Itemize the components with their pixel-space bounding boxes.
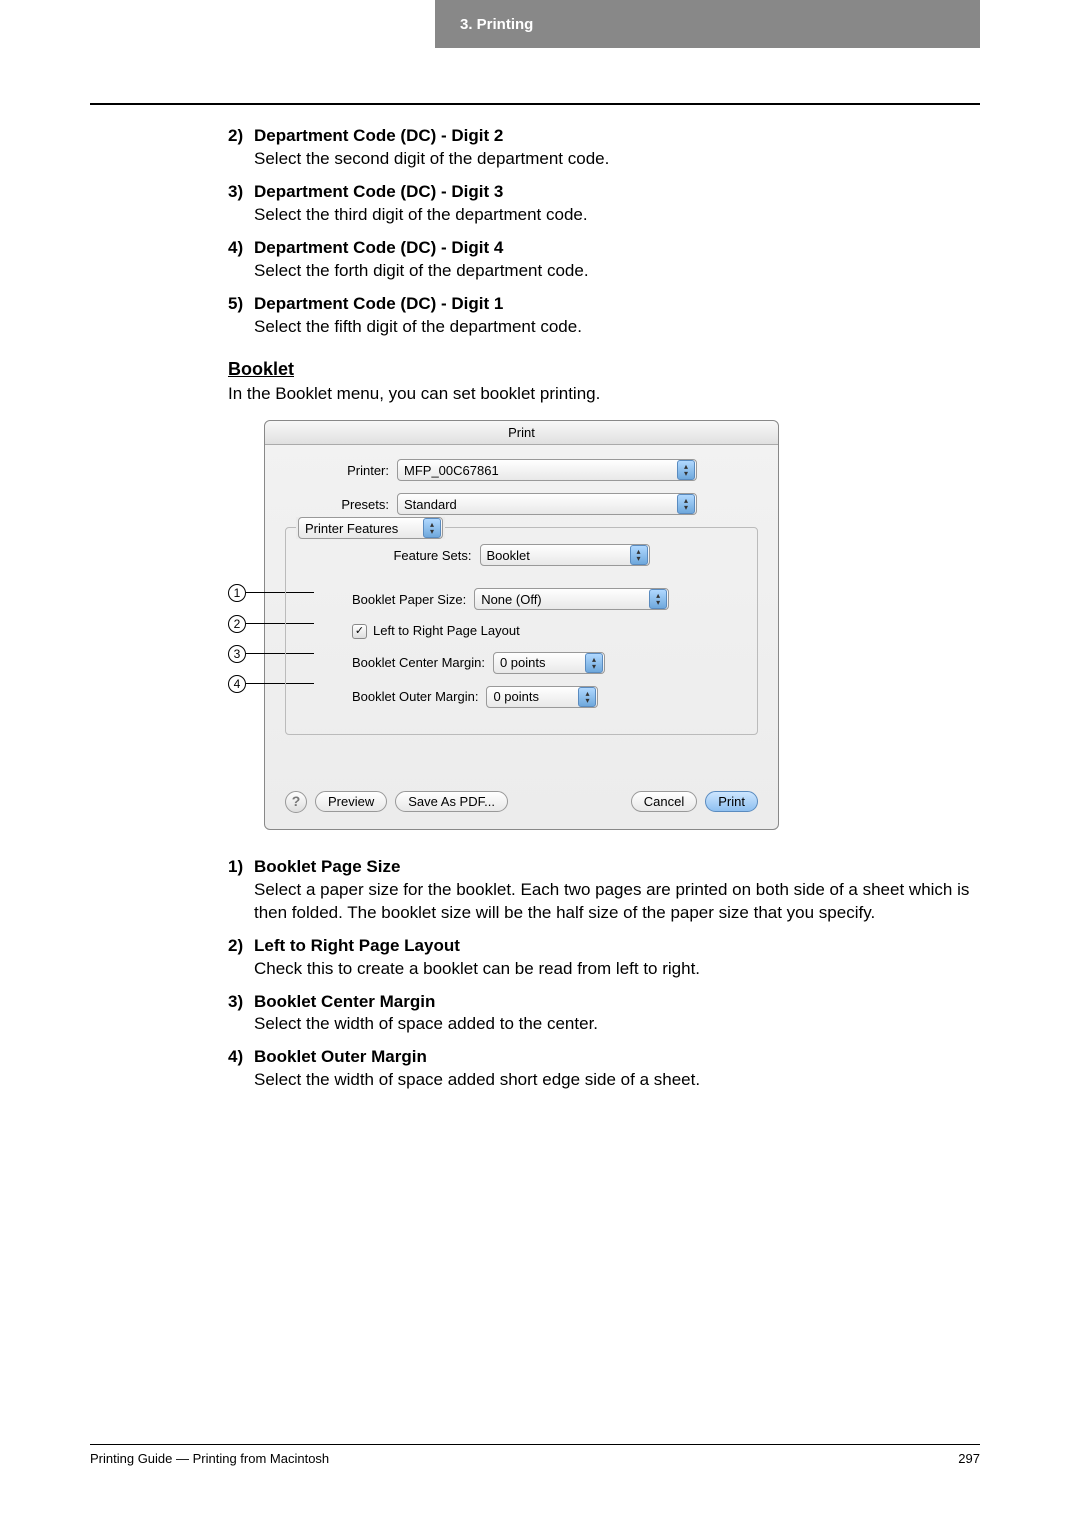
item-number: 2) (228, 125, 254, 148)
item-title: Booklet Page Size (254, 857, 400, 876)
callout-circle: 3 (228, 645, 246, 663)
printer-features-fieldset: Printer Features Feature Sets: Booklet B… (285, 527, 758, 735)
header-rule (90, 103, 980, 105)
item-number: 4) (228, 237, 254, 260)
item-desc: Select the forth digit of the department… (254, 260, 988, 283)
booklet-item: 4)Booklet Outer Margin Select the width … (228, 1046, 988, 1092)
dc-item: 5)Department Code (DC) - Digit 1 Select … (228, 293, 988, 339)
item-title: Booklet Center Margin (254, 992, 435, 1011)
paper-size-value: None (Off) (481, 591, 649, 609)
item-desc: Select the width of space added to the c… (254, 1013, 988, 1036)
dialog-body: Printer: MFP_00C67861 Presets: Standard (265, 445, 778, 829)
feature-sets-row: Feature Sets: Booklet (304, 544, 739, 566)
stepper-icon (649, 589, 667, 609)
stepper-icon (677, 460, 695, 480)
save-as-pdf-button[interactable]: Save As PDF... (395, 791, 508, 812)
chapter-tab-text: 3. Printing (460, 16, 533, 33)
paper-size-row: Booklet Paper Size: None (Off) (352, 588, 739, 610)
footer-row: Printing Guide — Printing from Macintosh… (90, 1451, 980, 1466)
presets-label: Presets: (285, 496, 397, 514)
booklet-item: 2)Left to Right Page Layout Check this t… (228, 935, 988, 981)
dc-item: 3)Department Code (DC) - Digit 3 Select … (228, 181, 988, 227)
item-number: 3) (228, 181, 254, 204)
presets-select[interactable]: Standard (397, 493, 697, 515)
section-heading-booklet: Booklet (228, 357, 988, 381)
printer-select[interactable]: MFP_00C67861 (397, 459, 697, 481)
panel-select[interactable]: Printer Features (298, 517, 443, 539)
booklet-item: 1)Booklet Page Size Select a paper size … (228, 856, 988, 925)
item-title: Department Code (DC) - Digit 4 (254, 238, 503, 257)
section-subtext: In the Booklet menu, you can set booklet… (228, 383, 988, 406)
stepper-icon (578, 687, 596, 707)
item-title: Department Code (DC) - Digit 1 (254, 294, 503, 313)
center-margin-label: Booklet Center Margin: (352, 654, 493, 672)
presets-value: Standard (404, 496, 677, 514)
center-margin-row: Booklet Center Margin: 0 points (352, 652, 739, 674)
callout-circle: 1 (228, 584, 246, 602)
chapter-tab: 3. Printing (435, 0, 980, 48)
printer-value: MFP_00C67861 (404, 462, 677, 480)
callout-circle: 4 (228, 675, 246, 693)
item-desc: Select a paper size for the booklet. Eac… (254, 879, 988, 925)
presets-row: Presets: Standard (285, 493, 758, 515)
preview-button[interactable]: Preview (315, 791, 387, 812)
dc-item: 2)Department Code (DC) - Digit 2 Select … (228, 125, 988, 171)
item-desc: Check this to create a booklet can be re… (254, 958, 988, 981)
page-footer: Printing Guide — Printing from Macintosh… (90, 1444, 980, 1466)
outer-margin-label: Booklet Outer Margin: (352, 688, 486, 706)
booklet-item: 3)Booklet Center Margin Select the width… (228, 991, 988, 1037)
page-content: 2)Department Code (DC) - Digit 2 Select … (228, 125, 988, 1102)
item-number: 3) (228, 991, 254, 1014)
ltr-checkbox[interactable]: ✓ (352, 624, 367, 639)
item-number: 5) (228, 293, 254, 316)
item-desc: Select the second digit of the departmen… (254, 148, 988, 171)
outer-margin-select[interactable]: 0 points (486, 686, 598, 708)
printer-row: Printer: MFP_00C67861 (285, 459, 758, 481)
dc-item: 4)Department Code (DC) - Digit 4 Select … (228, 237, 988, 283)
ltr-label: Left to Right Page Layout (373, 622, 520, 640)
item-title: Left to Right Page Layout (254, 936, 460, 955)
printer-label: Printer: (285, 462, 397, 480)
center-margin-value: 0 points (500, 654, 585, 672)
item-title: Department Code (DC) - Digit 3 (254, 182, 503, 201)
paper-size-label: Booklet Paper Size: (352, 591, 474, 609)
feature-sets-select[interactable]: Booklet (480, 544, 650, 566)
item-desc: Select the fifth digit of the department… (254, 316, 988, 339)
dialog-actions: ? Preview Save As PDF... Cancel Print (285, 785, 758, 813)
item-number: 1) (228, 856, 254, 879)
paper-size-select[interactable]: None (Off) (474, 588, 669, 610)
feature-sets-value: Booklet (487, 547, 630, 565)
footer-left-text: Printing Guide — Printing from Macintosh (90, 1451, 329, 1466)
print-button[interactable]: Print (705, 791, 758, 812)
ltr-row: ✓ Left to Right Page Layout (352, 622, 739, 640)
center-margin-select[interactable]: 0 points (493, 652, 605, 674)
dialog-with-callouts: 1 2 3 4 Print Printer: M (228, 420, 988, 830)
item-number: 2) (228, 935, 254, 958)
stepper-icon (585, 653, 603, 673)
panel-select-legend: Printer Features (296, 517, 445, 539)
item-title: Booklet Outer Margin (254, 1047, 427, 1066)
item-title: Department Code (DC) - Digit 2 (254, 126, 503, 145)
item-desc: Select the width of space added short ed… (254, 1069, 988, 1092)
stepper-icon (630, 545, 648, 565)
cancel-button[interactable]: Cancel (631, 791, 697, 812)
outer-margin-row: Booklet Outer Margin: 0 points (352, 686, 739, 708)
outer-margin-value: 0 points (493, 688, 578, 706)
callout-circle: 2 (228, 615, 246, 633)
item-desc: Select the third digit of the department… (254, 204, 988, 227)
dialog-title: Print (265, 421, 778, 446)
item-number: 4) (228, 1046, 254, 1069)
footer-rule (90, 1444, 980, 1445)
print-dialog: Print Printer: MFP_00C67861 Presets: Sta… (264, 420, 779, 830)
page-number: 297 (958, 1451, 980, 1466)
feature-sets-label: Feature Sets: (393, 547, 479, 565)
help-icon[interactable]: ? (285, 791, 307, 813)
stepper-icon (677, 494, 695, 514)
panel-value: Printer Features (305, 520, 423, 538)
stepper-icon (423, 518, 441, 538)
